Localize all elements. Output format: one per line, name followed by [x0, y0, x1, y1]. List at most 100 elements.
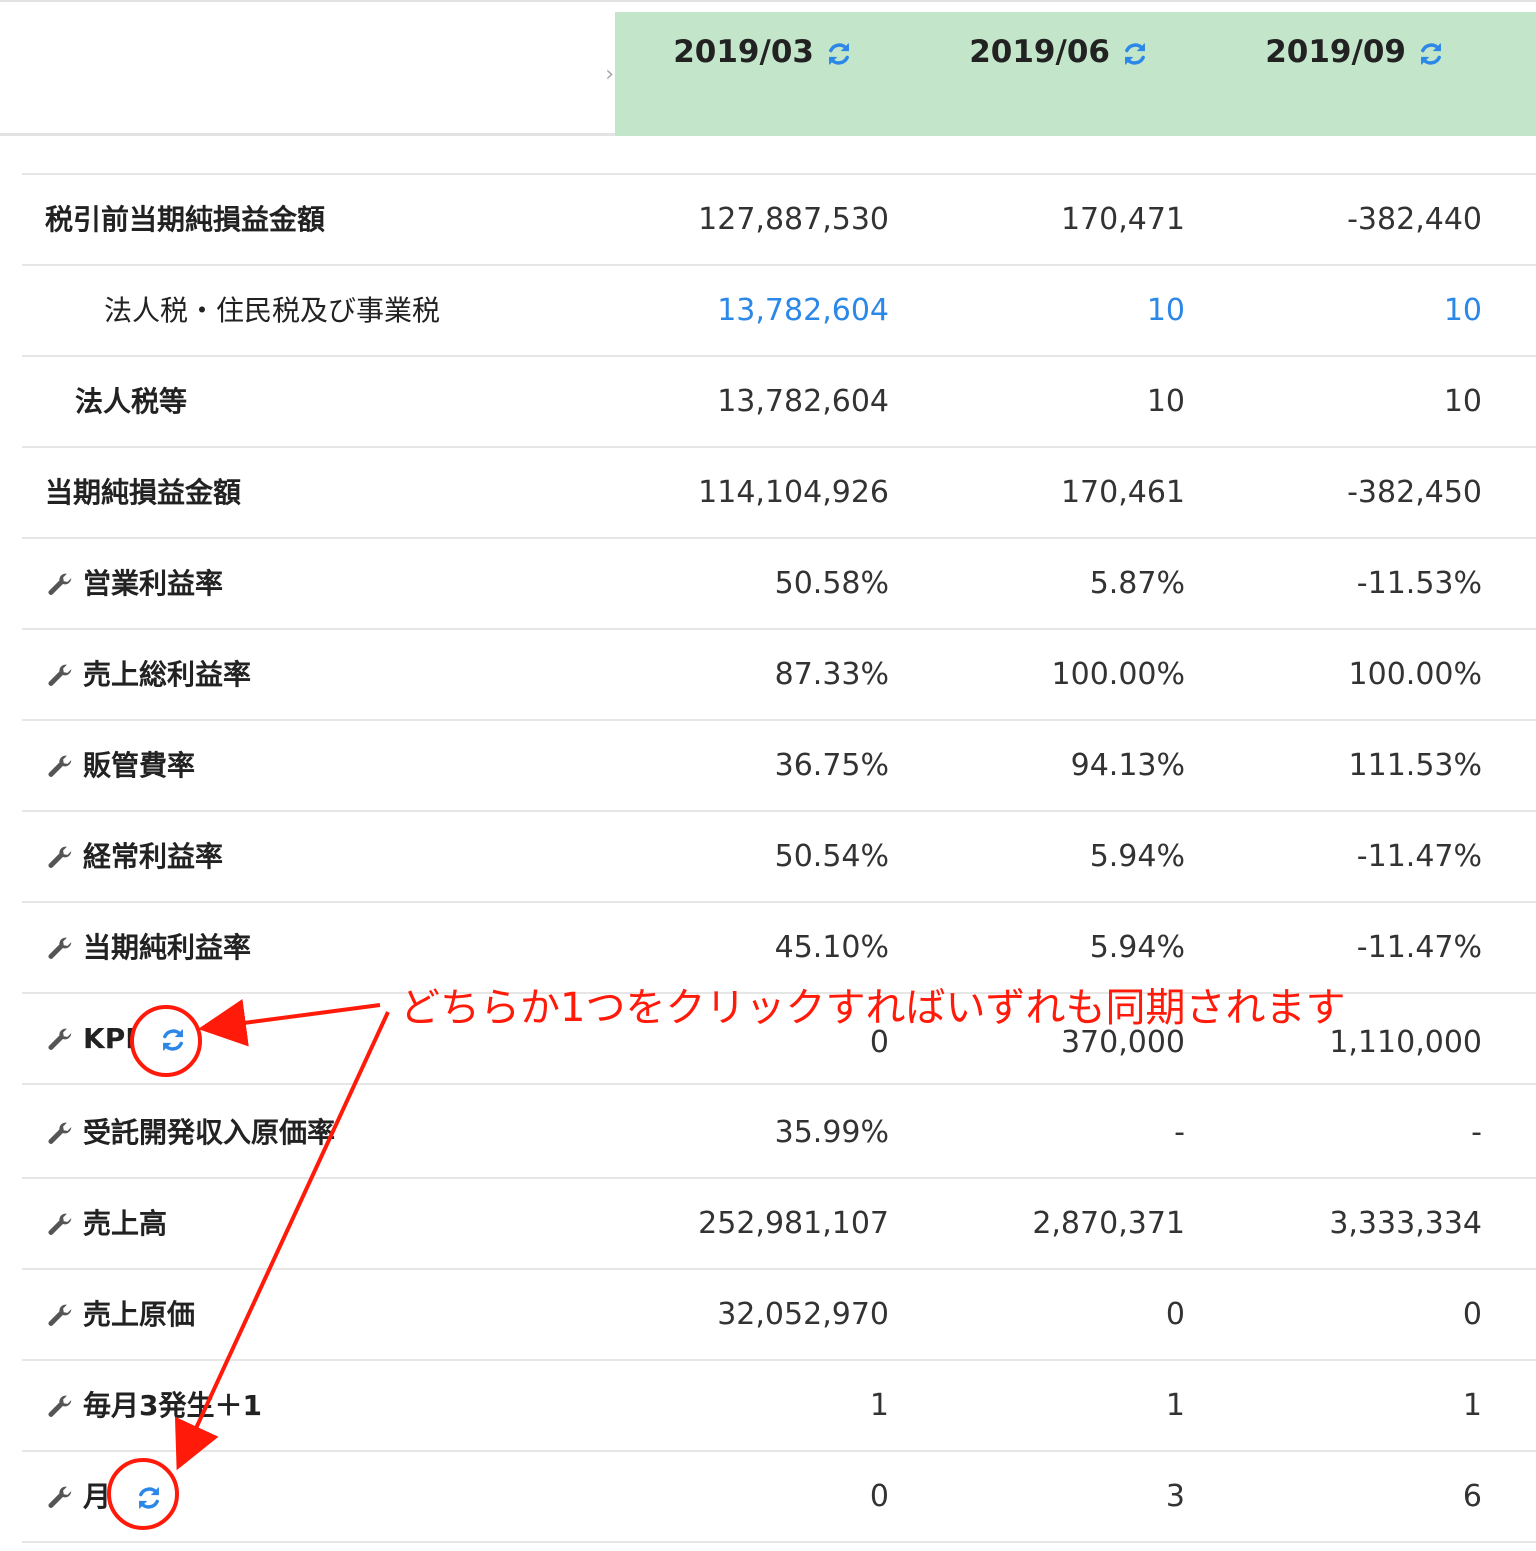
sync-icon[interactable] — [159, 1026, 187, 1054]
row-label-container: 販管費率 — [22, 721, 195, 810]
wrench-icon[interactable] — [45, 1301, 75, 1331]
wrench-icon[interactable] — [45, 1483, 75, 1513]
table-row-kpi: 毎月3発生＋1 1 1 1 — [22, 1361, 1536, 1452]
cell-value: 100.00% — [1348, 657, 1482, 692]
period-label: 2019/09 — [1265, 34, 1406, 70]
cell-value: 127,887,530 — [698, 202, 889, 237]
cell-value: 94.13% — [1070, 748, 1185, 783]
period-header-2019-06: 2019/06 — [911, 34, 1207, 70]
cell-value: 32,052,970 — [717, 1297, 889, 1332]
cell-value: 100.00% — [1051, 657, 1185, 692]
table-row: 法人税等 13,782,604 10 10 — [22, 357, 1536, 448]
table-row-kpi: 受託開発収入原価率 35.99% - - — [22, 1088, 1536, 1179]
chevron-right-icon[interactable]: › — [605, 62, 614, 87]
table-row-kpi: 営業利益率 50.58% 5.87% -11.53% — [22, 539, 1536, 630]
cell-value: -382,450 — [1347, 475, 1482, 510]
wrench-icon[interactable] — [45, 752, 75, 782]
wrench-icon[interactable] — [45, 1119, 75, 1149]
cell-value: 6 — [1462, 1479, 1482, 1514]
cell-value: 50.58% — [774, 566, 889, 601]
cell-value: -382,440 — [1347, 202, 1482, 237]
table-row-kpi: 売上高 252,981,107 2,870,371 3,333,334 — [22, 1179, 1536, 1270]
cell-value: 1 — [1165, 1388, 1185, 1423]
sync-icon[interactable] — [825, 40, 853, 68]
table-row: 税引前当期純損益金額 127,887,530 170,471 -382,440 — [22, 175, 1536, 266]
row-label-container: 売上総利益率 — [22, 630, 251, 719]
table-row: 法人税・住民税及び事業税 13,782,604 10 10 — [22, 266, 1536, 357]
period-header-2019-03: 2019/03 — [615, 34, 911, 70]
period-label: 2019/03 — [673, 34, 814, 70]
row-label: 受託開発収入原価率 — [83, 1116, 336, 1149]
table-header: › 2019/03 2019/06 2019/09 — [0, 0, 1536, 136]
row-label: 売上原価 — [83, 1298, 196, 1331]
cell-value: 35.99% — [774, 1115, 889, 1150]
row-label: 法人税等 — [75, 385, 188, 418]
cell-value: 50.54% — [774, 839, 889, 874]
row-label: 税引前当期純損益金額 — [45, 203, 326, 236]
table-row: 当期純損益金額 114,104,926 170,461 -382,450 — [22, 448, 1536, 539]
row-label: 月 — [83, 1480, 112, 1513]
cell-value: 10 — [1146, 384, 1185, 419]
row-label: 毎月3発生＋1 — [83, 1389, 262, 1422]
cell-value: 10 — [1443, 384, 1482, 419]
row-label: 売上総利益率 — [83, 658, 252, 691]
cell-value: 1,110,000 — [1329, 1025, 1482, 1060]
row-label-container: 営業利益率 — [22, 539, 223, 628]
row-label-container: 経常利益率 — [22, 812, 223, 901]
cell-value: - — [1471, 1115, 1482, 1150]
cell-value: 111.53% — [1348, 748, 1482, 783]
cell-value: 87.33% — [774, 657, 889, 692]
wrench-icon[interactable] — [45, 661, 75, 691]
row-label: 売上高 — [83, 1207, 168, 1240]
cell-link-value[interactable]: 13,782,604 — [717, 266, 889, 355]
cell-value: 36.75% — [774, 748, 889, 783]
row-label-container: 受託開発収入原価率 — [22, 1088, 335, 1177]
table-row-kpi: 販管費率 36.75% 94.13% 111.53% — [22, 721, 1536, 812]
row-label-container: 当期純利益率 — [22, 903, 251, 992]
table-row-partial — [22, 136, 1536, 175]
row-label: 販管費率 — [83, 749, 196, 782]
cell-value: 0 — [1165, 1297, 1185, 1332]
sync-icon[interactable] — [1417, 40, 1445, 68]
row-label-container: 月 — [22, 1452, 163, 1541]
cell-value: 170,471 — [1060, 202, 1185, 237]
cell-link-value[interactable]: 10 — [1147, 266, 1185, 355]
row-label-container: KPI — [22, 994, 187, 1083]
period-header-2019-09: 2019/09 — [1207, 34, 1503, 70]
cell-value: 0 — [869, 1479, 889, 1514]
sync-icon[interactable] — [1121, 40, 1149, 68]
cell-value: 5.87% — [1089, 566, 1185, 601]
table-row-kpi: 売上総利益率 87.33% 100.00% 100.00% — [22, 630, 1536, 721]
cell-value: 252,981,107 — [698, 1206, 889, 1241]
wrench-icon[interactable] — [45, 570, 75, 600]
table-row-kpi: 月 0 3 6 — [22, 1452, 1536, 1543]
cell-value: - — [1174, 1115, 1185, 1150]
wrench-icon[interactable] — [45, 843, 75, 873]
row-label-container: 売上高 — [22, 1179, 167, 1268]
table-row-kpi: 経常利益率 50.54% 5.94% -11.47% — [22, 812, 1536, 903]
row-label: 営業利益率 — [83, 567, 224, 600]
period-header-band: 2019/03 2019/06 2019/09 — [615, 12, 1536, 136]
row-label: 当期純損益金額 — [45, 476, 242, 509]
row-label: KPI — [83, 1022, 136, 1055]
cell-value: 170,461 — [1060, 475, 1185, 510]
cell-value: 2,870,371 — [1032, 1206, 1185, 1241]
cell-value: 114,104,926 — [698, 475, 889, 510]
table-row-kpi: 売上原価 32,052,970 0 0 — [22, 1270, 1536, 1361]
row-label-container: 売上原価 — [22, 1270, 195, 1359]
cell-value: 3 — [1165, 1479, 1185, 1514]
wrench-icon[interactable] — [45, 934, 75, 964]
wrench-icon[interactable] — [45, 1210, 75, 1240]
sync-icon[interactable] — [135, 1484, 163, 1512]
cell-value: -11.53% — [1356, 566, 1482, 601]
wrench-icon[interactable] — [45, 1392, 75, 1422]
row-label-container: 毎月3発生＋1 — [22, 1361, 262, 1450]
cell-value: -11.47% — [1356, 930, 1482, 965]
wrench-icon[interactable] — [45, 1025, 75, 1055]
period-label: 2019/06 — [969, 34, 1110, 70]
cell-link-value[interactable]: 10 — [1444, 266, 1482, 355]
annotation-note: どちらか1つをクリックすればいずれも同期されます — [400, 985, 1346, 1031]
row-label: 当期純利益率 — [83, 931, 252, 964]
cell-value: 1 — [869, 1388, 889, 1423]
cell-value: 3,333,334 — [1329, 1206, 1482, 1241]
